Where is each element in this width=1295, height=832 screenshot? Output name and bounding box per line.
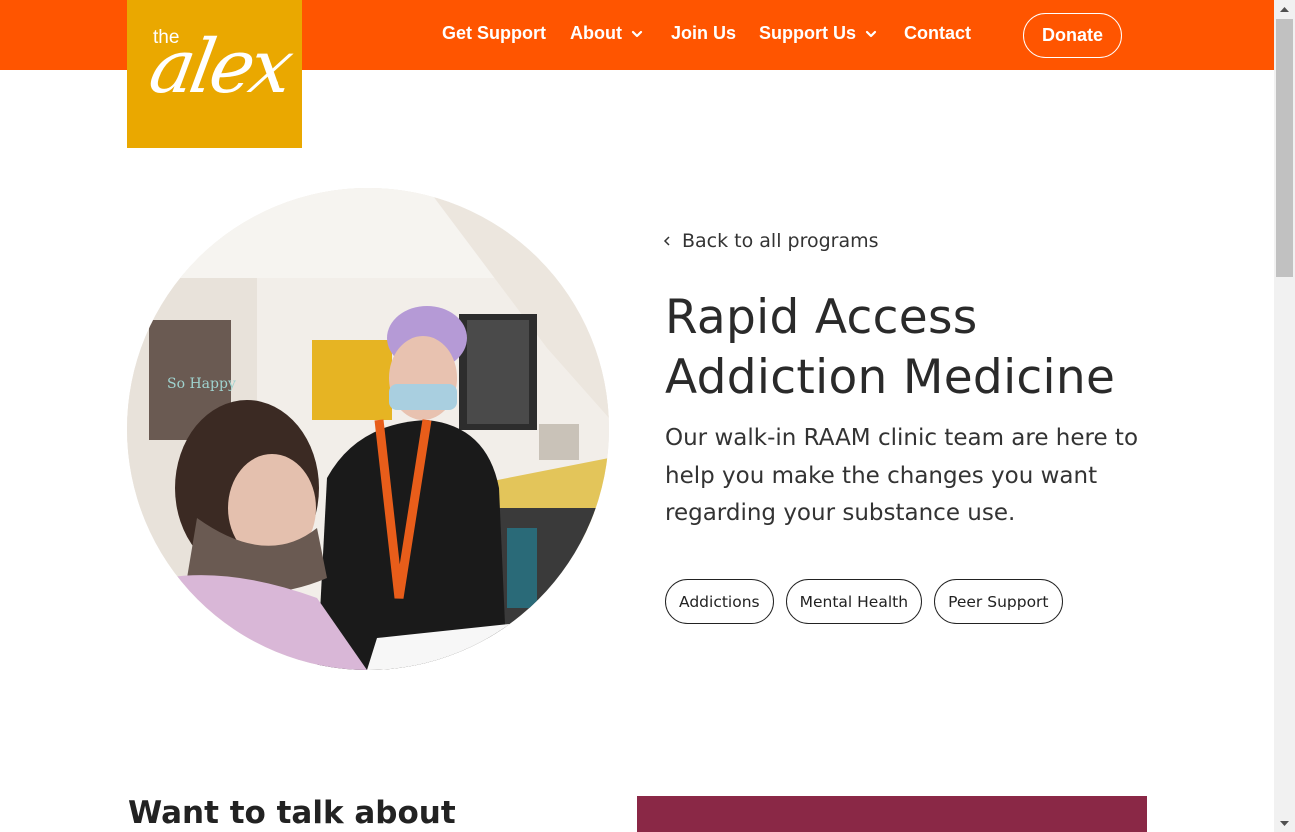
- page-scrollbar[interactable]: [1274, 0, 1295, 832]
- chevron-down-icon: [631, 30, 643, 37]
- nav-get-support-label: Get Support: [442, 23, 546, 43]
- logo-dot: [271, 80, 278, 87]
- nav-support-us[interactable]: Support Us: [759, 23, 878, 44]
- nav-get-support[interactable]: Get Support: [442, 23, 546, 44]
- program-description: Our walk-in RAAM clinic team are here to…: [665, 425, 1139, 526]
- section-heading: Want to talk about: [128, 795, 456, 831]
- chevron-down-icon: [865, 30, 877, 37]
- site-logo[interactable]: the alex: [127, 0, 302, 148]
- svg-text:So Happy: So Happy: [167, 376, 236, 392]
- chevron-left-icon: [663, 236, 670, 246]
- scrollbar-thumb[interactable]: [1276, 19, 1293, 277]
- back-to-programs-link[interactable]: Back to all programs: [662, 230, 879, 252]
- scroll-up-arrow-icon[interactable]: [1274, 0, 1295, 17]
- nav-about-label: About: [570, 23, 622, 43]
- contact-panel: [637, 796, 1147, 832]
- tag-peer-support[interactable]: Peer Support: [934, 579, 1063, 624]
- scroll-down-arrow-icon[interactable]: [1274, 815, 1295, 832]
- nav-contact[interactable]: Contact: [904, 23, 971, 44]
- back-link-label: Back to all programs: [682, 230, 879, 252]
- clinic-photo-illustration: So Happy: [127, 188, 609, 670]
- nav-about[interactable]: About: [570, 23, 644, 44]
- nav-join-us[interactable]: Join Us: [671, 23, 736, 44]
- program-tags: Addictions Mental Health Peer Support: [665, 579, 1063, 624]
- page-title-line1: Rapid Access: [665, 290, 978, 345]
- tag-mental-health[interactable]: Mental Health: [785, 579, 923, 624]
- program-hero-image: So Happy: [127, 188, 609, 670]
- tag-addictions[interactable]: Addictions: [665, 579, 774, 624]
- nav-contact-label: Contact: [904, 23, 971, 43]
- page-title: Rapid Access Addiction Medicine: [665, 288, 1165, 408]
- donate-button[interactable]: Donate: [1023, 13, 1122, 58]
- nav-support-us-label: Support Us: [759, 23, 856, 43]
- logo-text-alex: alex: [143, 24, 296, 110]
- nav-join-us-label: Join Us: [671, 23, 737, 43]
- page-title-line2: Addiction Medicine: [665, 350, 1116, 405]
